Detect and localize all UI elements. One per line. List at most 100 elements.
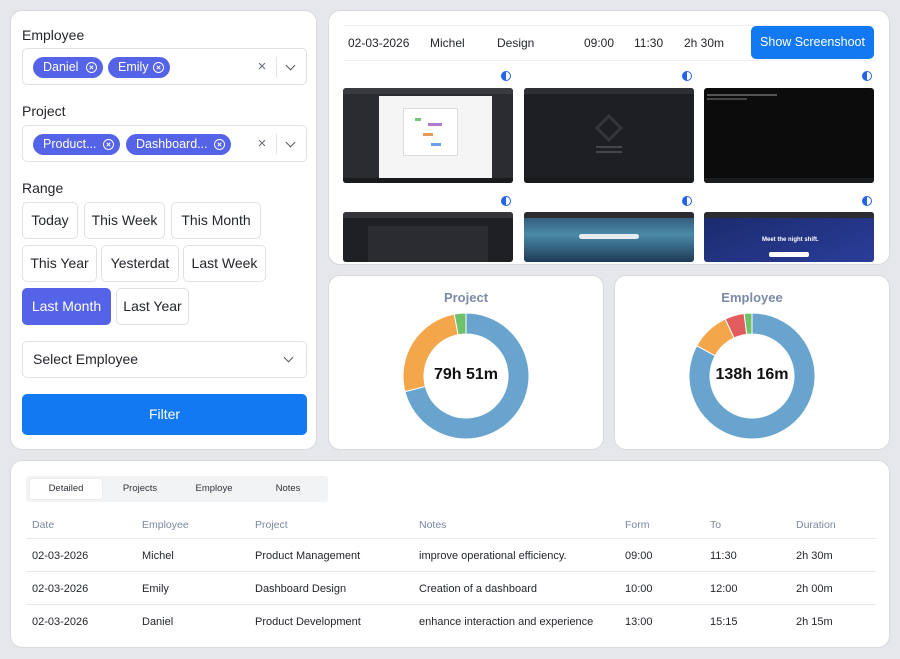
window-titlebar [343,88,513,94]
screenshot-thumbnail-3[interactable] [704,88,874,183]
employee-label: Employee [22,27,85,43]
chip-remove-icon[interactable] [103,139,114,150]
screenshot-thumbnail-6[interactable]: Meet the night shift. [704,212,874,262]
project-label: Project [22,103,66,119]
canvas-mark [423,133,433,136]
divider [276,134,277,154]
clear-icon[interactable]: × [254,58,270,76]
canvas-mark [431,143,441,146]
browser-bar [524,212,694,218]
taskbar [343,178,513,183]
table-tabs: Detailed Projects Employe Notes [26,476,328,502]
tab-detailed[interactable]: Detailed [30,479,102,499]
chip-remove-icon[interactable] [153,62,164,73]
tab-projects[interactable]: Projects [104,479,176,499]
cell-employee: Emily [142,583,169,595]
session-project: Design [497,36,535,50]
range-today-button[interactable]: Today [22,202,78,239]
cell-project: Product Management [255,550,361,562]
chevron-down-icon[interactable] [285,60,296,71]
column-header-date: Date [32,519,55,531]
project-chip-dashboard[interactable]: Dashboard... [126,134,231,155]
chip-label: Daniel [43,60,79,74]
chevron-down-icon[interactable] [285,137,296,148]
table-row[interactable]: 02-03-2026 Michel Product Management imp… [26,538,876,572]
range-yesterday-button[interactable]: Yesterdat [101,245,179,282]
session-employee: Michel [430,36,465,50]
table-row[interactable]: 02-03-2026 Emily Dashboard Design Creati… [26,571,876,605]
filter-panel: Employee Daniel Emily × Project Product.… [10,10,317,450]
column-header-notes: Notes [419,519,447,531]
project-chart-card: Project 79h 51m [328,275,604,450]
range-this-year-button[interactable]: This Year [22,245,97,282]
terminal-line [707,98,747,100]
cell-notes: Creation of a dashboard [419,583,538,595]
chip-remove-icon[interactable] [86,62,97,73]
range-last-month-button[interactable]: Last Month [22,288,111,325]
employee-chart-card: Employee 138h 16m [614,275,890,450]
column-header-form: Form [625,519,650,531]
cell-date: 02-03-2026 [32,550,89,562]
cell-notes: improve operational efficiency. [419,550,567,562]
chip-remove-icon[interactable] [214,139,225,150]
screenshot-thumbnail-4[interactable] [343,212,513,262]
half-circle-icon[interactable] [682,71,692,81]
cell-from: 13:00 [625,616,653,628]
cell-notes: enhance interaction and experience [419,616,594,628]
cell-duration: 2h 00m [796,583,833,595]
search-bar [579,234,639,239]
editor-text-line [596,146,622,148]
range-last-week-button[interactable]: Last Week [183,245,266,282]
window-titlebar [343,212,513,218]
clear-icon[interactable]: × [254,135,270,153]
show-screenshot-button[interactable]: Show Screenshoot [751,26,874,59]
half-circle-icon[interactable] [862,71,872,81]
session-date: 02-03-2026 [348,36,410,50]
chip-label: Emily [118,60,149,74]
half-circle-icon[interactable] [501,71,511,81]
window-titlebar [524,88,694,94]
screenshots-panel: 02-03-2026 Michel Design 09:00 11:30 2h … [328,10,890,265]
chip-label: Dashboard... [136,137,208,151]
half-circle-icon[interactable] [501,196,511,206]
cell-from: 09:00 [625,550,653,562]
range-this-month-button[interactable]: This Month [171,202,261,239]
browser-bar [704,212,874,218]
employee-multiselect[interactable]: Daniel Emily × [22,48,307,85]
thumb-input [769,252,809,257]
screenshot-thumbnail-1[interactable] [343,88,513,183]
range-label: Range [22,180,64,196]
chip-label: Product... [43,137,97,151]
employee-chart-title: Employee [721,290,783,305]
tab-notes[interactable]: Notes [252,479,324,499]
cell-employee: Daniel [142,616,174,628]
thumb-headline: Meet the night shift. [762,237,819,243]
cell-duration: 2h 15m [796,616,833,628]
screenshot-thumbnail-2[interactable] [524,88,694,183]
screenshot-thumbnail-5[interactable] [524,212,694,262]
half-circle-icon[interactable] [682,196,692,206]
cell-duration: 2h 30m [796,550,833,562]
tab-employe[interactable]: Employe [178,479,250,499]
session-to: 11:30 [634,36,664,50]
session-duration: 2h 30m [684,36,725,50]
editor-logo [594,113,624,143]
employee-chip-emily[interactable]: Emily [108,57,170,78]
editor-text-line [596,151,622,153]
range-last-year-button[interactable]: Last Year [116,288,189,325]
half-circle-icon[interactable] [862,196,872,206]
divider [276,57,277,77]
cell-project: Dashboard Design [255,583,347,595]
chevron-down-icon [283,352,294,363]
filter-button[interactable]: Filter [22,394,307,435]
range-this-week-button[interactable]: This Week [84,202,165,239]
project-chip-product[interactable]: Product... [33,134,120,155]
canvas-mark [428,123,442,126]
select-employee-dropdown[interactable]: Select Employee [22,341,307,378]
table-row[interactable]: 02-03-2026 Daniel Product Development en… [26,604,876,638]
project-multiselect[interactable]: Product... Dashboard... × [22,125,307,162]
employee-chip-daniel[interactable]: Daniel [33,57,103,78]
project-chart-title: Project [443,290,489,305]
cell-employee: Michel [142,550,174,562]
cell-project: Product Development [255,616,361,628]
